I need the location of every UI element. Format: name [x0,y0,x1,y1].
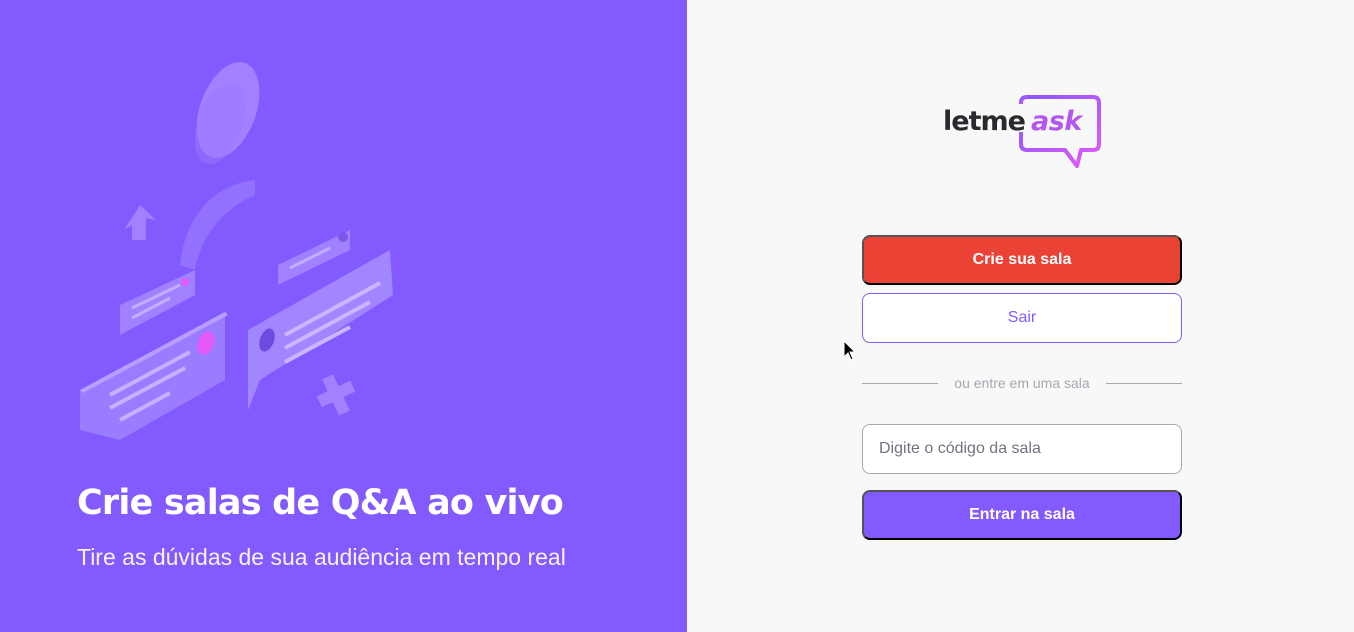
qa-illustration [80,62,393,440]
separator: ou entre em uma sala [862,373,1182,393]
letmeask-logo: letme ask [943,94,1103,174]
separator-text: ou entre em uma sala [954,375,1090,391]
aside-subtitle: Tire as dúvidas de sua audiência em temp… [77,544,566,570]
logo-letme-text: letme [943,106,1026,137]
aside-title: Crie salas de Q&A ao vivo [77,483,564,523]
enter-room-button[interactable]: Entrar na sala [862,490,1182,540]
aside-panel: Crie salas de Q&A ao vivo Tire as dúvida… [0,0,687,632]
create-room-button[interactable]: Crie sua sala [862,235,1182,285]
logout-button[interactable]: Sair [862,293,1182,343]
main-panel: letme ask Crie sua sala Sair ou entre em… [687,0,1354,632]
separator-line-right [1105,382,1182,384]
room-code-input[interactable] [862,424,1182,474]
separator-line-left [862,382,939,384]
mouse-cursor-icon [843,340,857,361]
logo-ask-text: ask [1031,106,1082,137]
